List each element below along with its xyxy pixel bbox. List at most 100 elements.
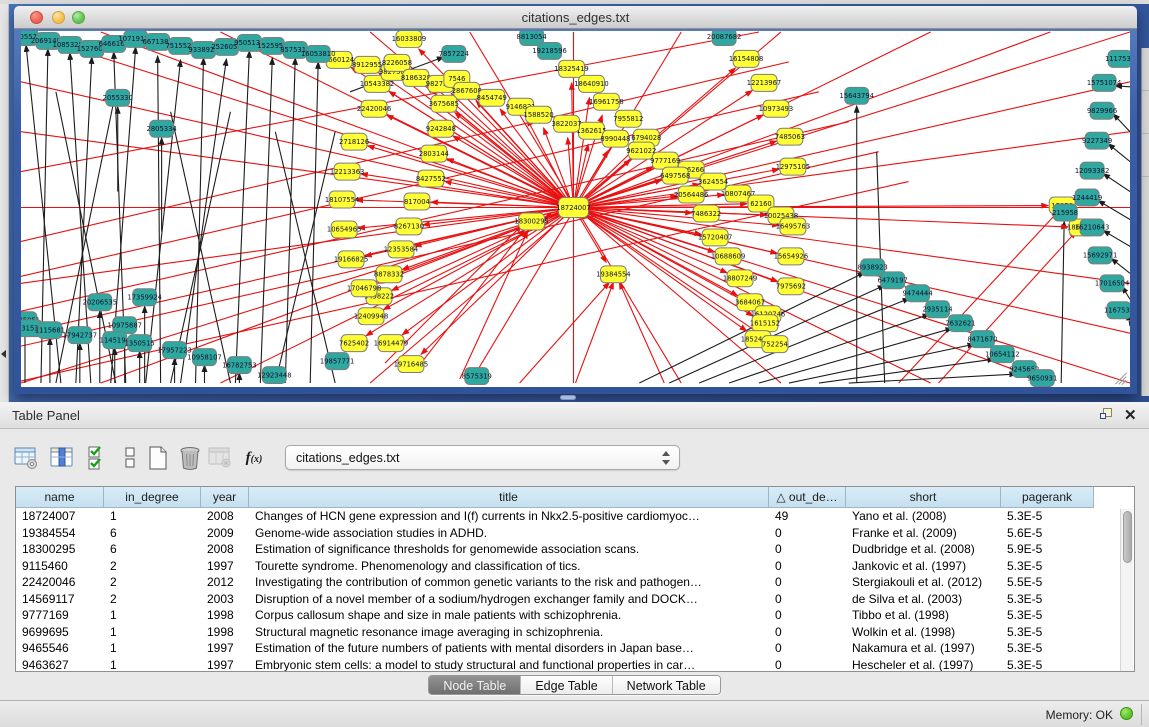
- graph-node[interactable]: 1350515: [125, 335, 155, 352]
- graph-node[interactable]: 6479197: [878, 272, 908, 289]
- table-row[interactable]: 1830029562008Estimation of significance …: [16, 541, 1094, 558]
- graph-node[interactable]: 19384554: [596, 266, 630, 283]
- graph-node[interactable]: 2055330: [103, 89, 133, 106]
- graph-node[interactable]: 2803144: [419, 145, 449, 162]
- graph-node[interactable]: 1588520: [524, 106, 554, 123]
- graph-node[interactable]: 20564486: [674, 186, 708, 203]
- graph-node[interactable]: 7625402: [339, 335, 369, 352]
- graph-node[interactable]: 1117534: [1105, 50, 1130, 67]
- table-row[interactable]: 1456911722003Disruption of a novel membe…: [16, 591, 1094, 608]
- network-view-window[interactable]: citations_edges.txt 18724007183002951603…: [14, 6, 1137, 394]
- column-header[interactable]: pagerank: [1001, 487, 1094, 508]
- graph-node[interactable]: 9650931: [1027, 370, 1057, 387]
- table-row[interactable]: 977716911998Corpus callosum shape and si…: [16, 607, 1094, 624]
- graph-node[interactable]: 16914479: [374, 335, 408, 352]
- graph-node[interactable]: 7485063: [775, 128, 805, 145]
- graph-node[interactable]: 2935114: [922, 301, 952, 318]
- graph-node[interactable]: 3822037: [551, 115, 581, 132]
- panel-splitter-handle[interactable]: [560, 395, 576, 400]
- graph-node[interactable]: 7857224: [439, 45, 469, 62]
- graph-node[interactable]: 19166825: [334, 251, 368, 268]
- graph-node[interactable]: 10654965: [327, 221, 361, 238]
- graph-node[interactable]: 8454749: [477, 89, 507, 106]
- network-canvas[interactable]: 1872400718300295160338091832541916154808…: [21, 31, 1130, 387]
- graph-node[interactable]: 17359924: [127, 289, 161, 306]
- graph-node[interactable]: 2718126: [339, 133, 369, 150]
- graph-node[interactable]: 9474444: [903, 285, 933, 302]
- graph-node[interactable]: 10688609: [711, 248, 745, 265]
- table-selector-dropdown[interactable]: citations_edges.txt: [285, 445, 680, 470]
- left-panel-splitter[interactable]: [0, 4, 9, 402]
- graph-node[interactable]: 8267130: [394, 218, 424, 235]
- graph-node[interactable]: 12093382: [1075, 162, 1109, 179]
- graph-node[interactable]: 15751074: [1087, 74, 1121, 91]
- graph-node[interactable]: 215958: [1052, 204, 1078, 221]
- graph-node[interactable]: 16961758: [589, 93, 623, 110]
- column-header[interactable]: short: [846, 487, 1001, 508]
- row-height-icon[interactable]: [116, 444, 144, 472]
- column-select-icon[interactable]: [48, 444, 76, 472]
- graph-node[interactable]: 8226058: [382, 54, 412, 71]
- graph-node[interactable]: 9829966: [1087, 102, 1117, 119]
- tab-node-table[interactable]: Node Table: [429, 676, 521, 694]
- delete-column-icon[interactable]: [176, 444, 204, 472]
- graph-node[interactable]: 12353584: [384, 241, 418, 258]
- memory-ok-indicator[interactable]: [1120, 707, 1133, 720]
- graph-node[interactable]: 6497568: [660, 167, 690, 184]
- graph-node[interactable]: 18807249: [723, 270, 757, 287]
- graph-node[interactable]: 9227349: [1082, 132, 1112, 149]
- table-row[interactable]: 946554611997Estimation of the future num…: [16, 640, 1094, 657]
- graph-node[interactable]: 12409948: [354, 308, 388, 325]
- graph-node[interactable]: 7486322: [691, 205, 721, 222]
- table-row[interactable]: 1938455462009Genome-wide association stu…: [16, 525, 1094, 542]
- graph-node[interactable]: 15643794: [840, 87, 874, 104]
- graph-node[interactable]: 1244419: [1072, 189, 1102, 206]
- graph-node[interactable]: 7632621: [945, 315, 975, 332]
- graph-node[interactable]: 19857771: [320, 353, 354, 370]
- function-builder-icon[interactable]: f(x): [240, 444, 268, 472]
- graph-node[interactable]: 9777169: [650, 152, 680, 169]
- graph-node[interactable]: 18640910: [574, 75, 608, 92]
- network-graph[interactable]: 1872400718300295160338091832541916154808…: [21, 31, 1130, 387]
- graph-node[interactable]: 8427552: [416, 170, 446, 187]
- graph-node[interactable]: 18300295: [514, 213, 548, 230]
- column-header[interactable]: △ out_de…: [769, 487, 846, 508]
- graph-node[interactable]: 17942737: [63, 327, 97, 344]
- graph-node[interactable]: 15720407: [698, 229, 732, 246]
- graph-node[interactable]: 12213967: [747, 74, 781, 91]
- graph-node[interactable]: 8878332: [374, 266, 404, 283]
- window-resize-grip[interactable]: [1114, 371, 1128, 385]
- graph-node[interactable]: 1167534: [1104, 302, 1130, 319]
- graph-node[interactable]: 12213363: [330, 163, 364, 180]
- graph-node[interactable]: 1115681: [35, 322, 65, 339]
- graph-node[interactable]: 12975105: [776, 158, 810, 175]
- table-vertical-scrollbar[interactable]: [1120, 509, 1133, 671]
- graph-node[interactable]: 7955812: [613, 110, 643, 127]
- float-panel-icon[interactable]: [1100, 408, 1114, 422]
- graph-node[interactable]: 15654926: [774, 248, 808, 265]
- graph-node[interactable]: 18724007: [556, 198, 590, 218]
- table-settings-icon[interactable]: [12, 444, 40, 472]
- graph-node[interactable]: 817004: [404, 193, 430, 210]
- table-row[interactable]: 2242004622012Investigating the contribut…: [16, 574, 1094, 591]
- column-visibility-icon[interactable]: [84, 444, 112, 472]
- graph-node[interactable]: 1615152: [750, 315, 780, 332]
- graph-node[interactable]: 8575319: [462, 368, 492, 385]
- splitter-collapse-arrow-icon[interactable]: [1, 350, 6, 358]
- table-row[interactable]: 1872400712008Changes of HCN gene express…: [16, 508, 1094, 525]
- graph-node[interactable]: 2805334: [147, 120, 177, 137]
- table-row[interactable]: 946362711997Embryonic stem cells: a mode…: [16, 657, 1094, 673]
- column-header[interactable]: name: [16, 487, 104, 508]
- graph-node[interactable]: 752254: [762, 336, 788, 353]
- graph-node[interactable]: 12923448: [257, 367, 291, 384]
- graph-node[interactable]: 8471670: [967, 331, 997, 348]
- graph-node[interactable]: 10973493: [759, 100, 793, 117]
- table-row[interactable]: 969969511998Structural magnetic resonanc…: [16, 624, 1094, 641]
- column-header[interactable]: year: [201, 487, 249, 508]
- column-header[interactable]: in_degree: [104, 487, 201, 508]
- graph-node[interactable]: 18325419: [554, 60, 588, 77]
- graph-node[interactable]: 19716485: [394, 356, 428, 373]
- graph-node[interactable]: 22420046: [357, 100, 391, 117]
- graph-node[interactable]: 17046798: [347, 280, 381, 297]
- new-column-icon[interactable]: [144, 444, 172, 472]
